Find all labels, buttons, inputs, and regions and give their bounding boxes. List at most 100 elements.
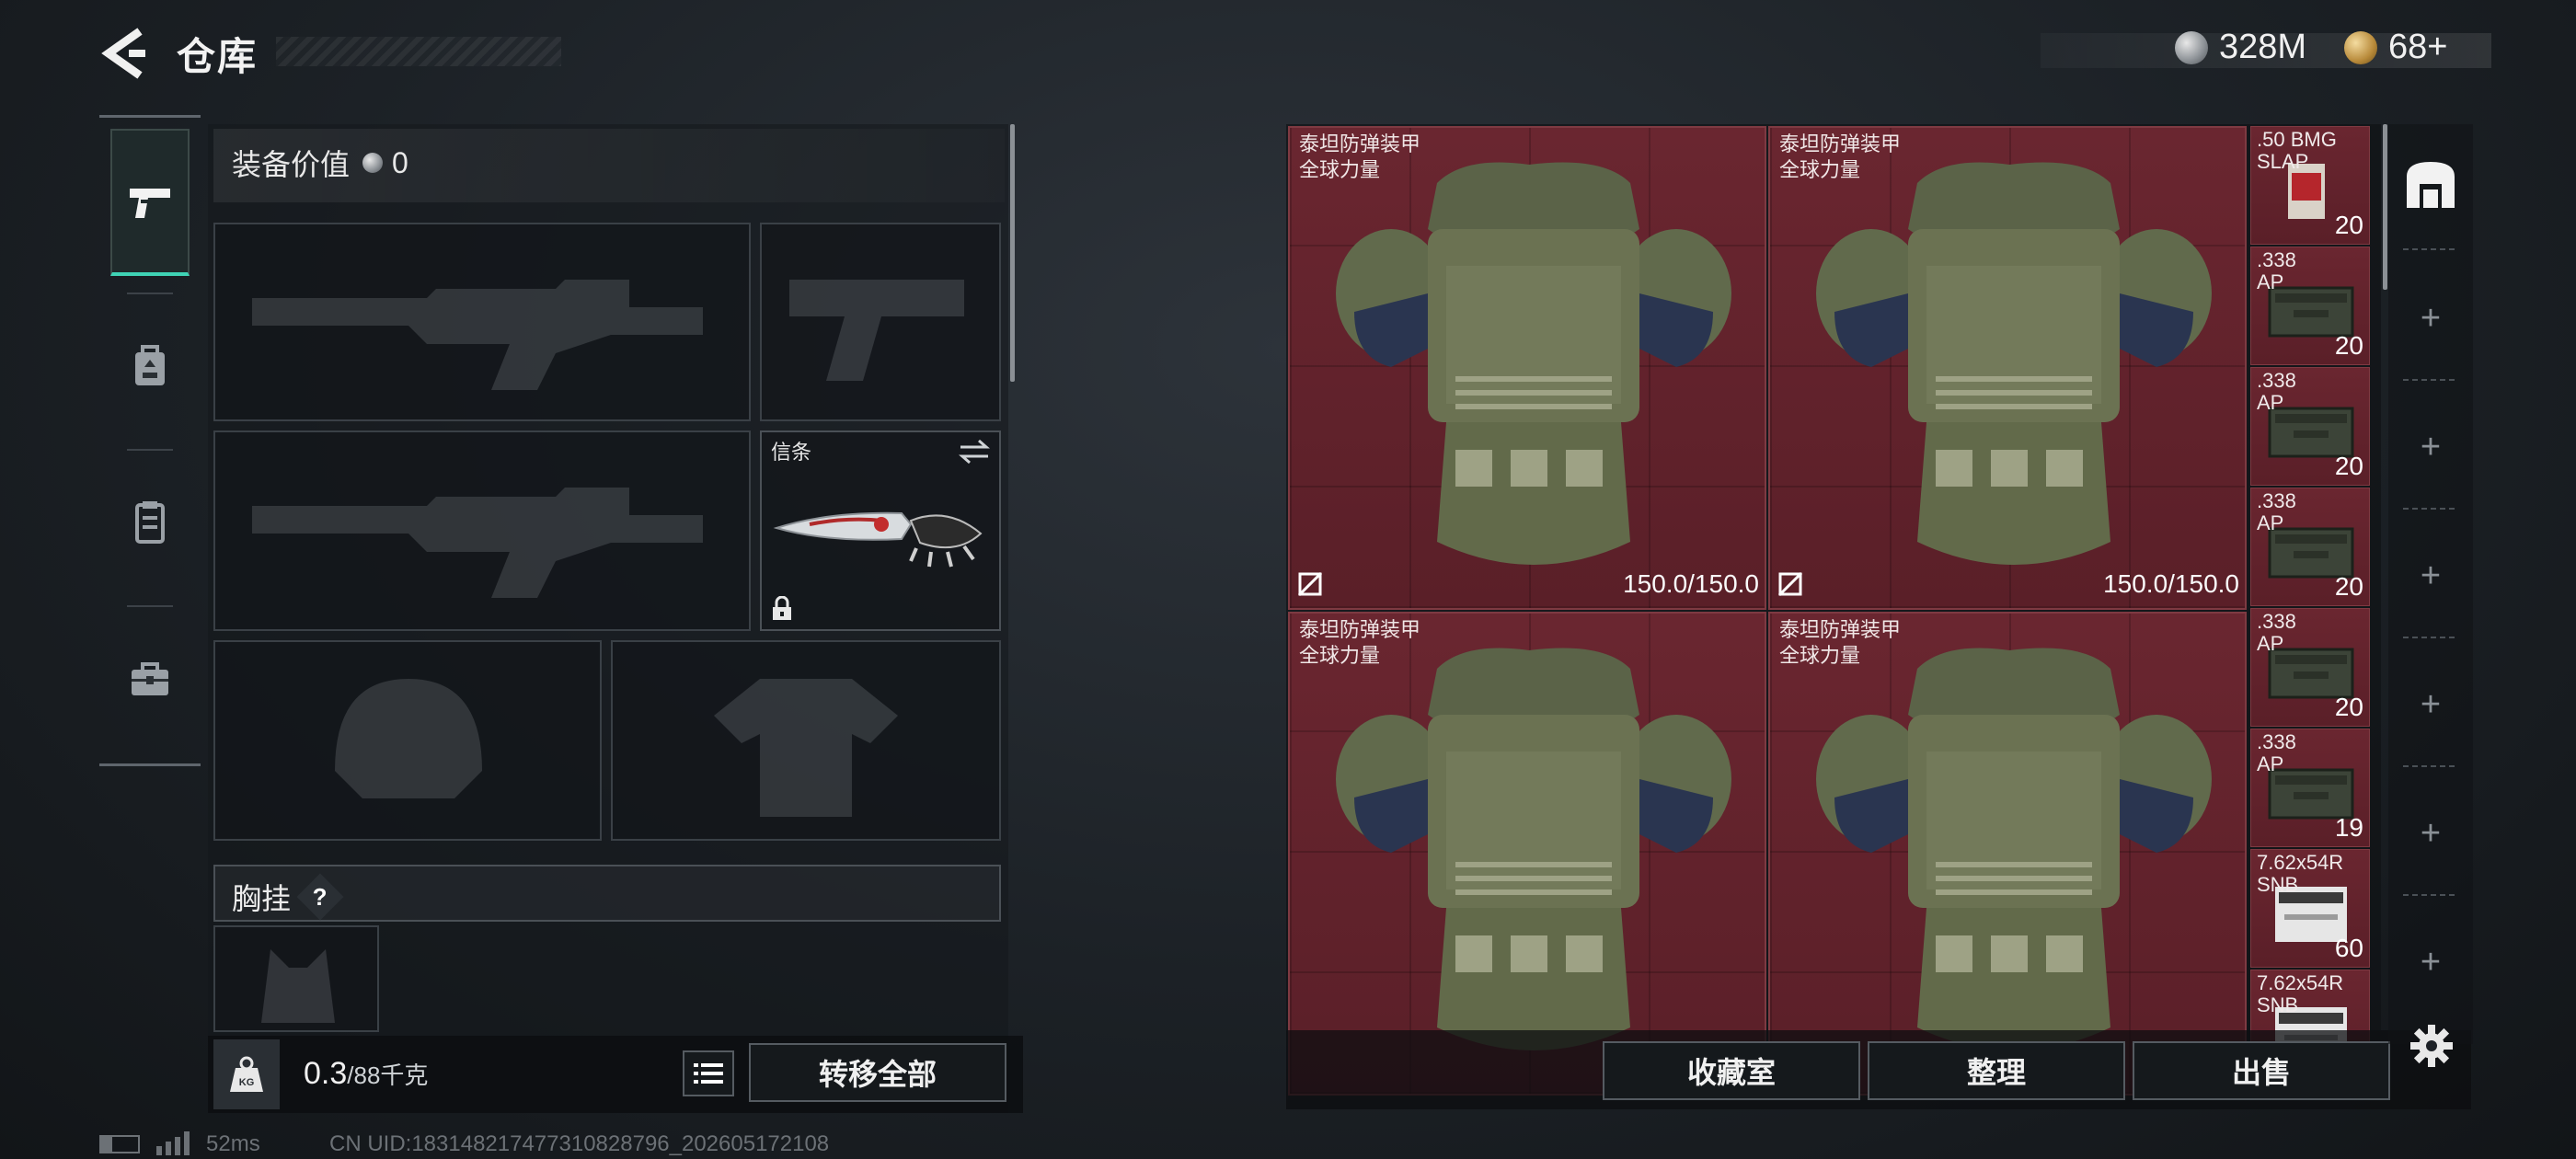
ammo-count: 60 [2334,934,2363,962]
tab-backpack[interactable] [110,293,190,440]
body-armor-icon [1816,648,2212,1050]
gold-currency[interactable]: 68+ [2344,28,2447,67]
armor-item-cell[interactable]: 泰坦防弹装甲 全球力量 [1768,612,2247,1096]
battery-icon [99,1135,140,1153]
silver-currency[interactable]: 328M [2175,28,2306,67]
tab-weapons[interactable] [110,129,190,276]
tab-toolbox[interactable] [110,605,190,752]
add-page-button[interactable]: + [2412,300,2449,337]
ammo-item-cell[interactable]: .338 AP 20 [2250,367,2370,486]
collection-room-button[interactable]: 收藏室 [1603,1041,1860,1100]
ammo-count: 19 [2334,813,2363,842]
secondary-weapon-slot[interactable] [213,430,751,631]
ammo-count: 20 [2334,331,2363,360]
body-armor-icon [1336,648,1731,1050]
sell-button[interactable]: 出售 [2133,1041,2390,1100]
toolbox-icon [132,662,168,695]
add-page-button[interactable]: + [2412,944,2449,981]
svg-text:KG: KG [239,1077,255,1088]
warehouse-icon [2407,162,2455,208]
ammo-name: 7.62x54R SNB [2257,971,2344,1016]
ammo-item-cell[interactable]: .338 AP 20 [2250,488,2370,606]
add-page-button[interactable]: + [2412,686,2449,723]
signal-icon [156,1131,190,1155]
add-page-button[interactable]: + [2412,815,2449,852]
no-repair-icon [1297,571,1323,597]
chest-rig-title: 胸挂 ? [232,873,344,921]
ammo-count: 20 [2334,452,2363,480]
tab-chest-rig[interactable] [110,449,190,596]
equipment-value: 装备价值 0 [232,142,408,184]
pistol-slot[interactable] [760,223,1001,421]
pistol-icon [130,189,170,218]
ammo-item-cell[interactable]: 7.62x54R SNB 60 [2250,849,2370,968]
ammo-name: .338 AP [2257,610,2296,655]
list-view-button[interactable] [683,1050,734,1096]
lock-icon [773,596,791,620]
helmet-slot[interactable] [213,640,602,841]
equipment-scrollbar[interactable] [1010,124,1015,382]
warehouse-page-button[interactable] [2403,158,2458,214]
ammo-count: 20 [2334,572,2363,601]
chest-rig-slot[interactable] [213,925,379,1032]
silver-coin-icon [2175,30,2208,64]
armor-silhouette-icon [714,679,898,817]
ammo-item-cell[interactable]: .338 AP 19 [2250,729,2370,847]
weight-icon: KG [230,1056,263,1092]
knife-icon [773,511,983,568]
swap-icon[interactable] [959,438,990,465]
equipment-value-amount: 0 [392,145,408,179]
weight-readout: 0.3/88千克 [304,1056,428,1092]
storage-scrollbar[interactable] [2383,124,2387,290]
rifle-silhouette-icon [252,280,703,390]
ammo-item-cell[interactable]: .50 BMG SLAP 20 [2250,126,2370,245]
body-armor-icon [1816,162,2212,565]
silver-coin-icon [362,153,384,173]
armor-item-cell[interactable]: 泰坦防弹装甲 全球力量 150.0/150.0 [1288,126,1766,610]
transfer-all-button[interactable]: 转移全部 [749,1043,1006,1102]
page-title: 仓库 [177,35,259,78]
melee-slot[interactable]: 信条 [760,430,1001,631]
equipment-value-label: 装备价值 [232,148,351,181]
back-button[interactable] [99,28,155,79]
back-arrow-icon [101,28,145,79]
ping-text: 52ms [206,1131,260,1156]
ammo-name: .50 BMG SLAP [2257,128,2337,173]
no-repair-icon [1777,571,1803,597]
helmet-silhouette-icon [335,679,482,798]
add-page-button[interactable]: + [2412,557,2449,594]
gold-coin-icon [2344,30,2377,64]
primary-weapon-slot[interactable] [213,223,751,421]
add-page-button[interactable]: + [2412,429,2449,465]
armor-item-cell[interactable]: 泰坦防弹装甲 全球力量 150.0/150.0 [1768,126,2247,610]
melee-name: 信条 [771,441,812,464]
ammo-item-cell[interactable]: .338 AP 20 [2250,608,2370,727]
weight-current: 0.3 [304,1056,348,1091]
body-armor-icon [1336,162,1731,565]
chest-rig-label: 胸挂 [232,882,292,915]
ammo-name: .338 AP [2257,369,2296,414]
ammo-name: .338 AP [2257,489,2296,534]
pistol-silhouette-icon [789,280,964,381]
ammo-count: 20 [2334,693,2363,721]
title-decoration [276,37,561,66]
weight-max: /88千克 [347,1061,429,1089]
armor-item-cell[interactable]: 泰坦防弹装甲 全球力量 [1288,612,1766,1096]
list-icon [694,1063,723,1084]
ammo-name: .338 AP [2257,248,2296,293]
backpack-icon [135,345,165,385]
item-durability: 150.0/150.0 [1623,569,1759,598]
settings-button[interactable] [2409,1023,2455,1073]
item-durability: 150.0/150.0 [2103,569,2239,598]
sort-button[interactable]: 整理 [1868,1041,2125,1100]
uid-text: CN UID:18314821747731082879​6_2026051721… [329,1131,830,1156]
ammo-name: 7.62x54R SNB [2257,851,2344,896]
ammo-item-cell[interactable]: .338 AP 20 [2250,247,2370,365]
ammo-name: .338 AP [2257,730,2296,775]
ammo-count: 20 [2334,211,2363,239]
help-icon[interactable]: ? [296,873,344,921]
rifle-silhouette-icon [252,488,703,598]
body-armor-slot[interactable] [611,640,1001,841]
gold-amount: 68+ [2388,28,2448,66]
vest-icon [135,501,165,544]
